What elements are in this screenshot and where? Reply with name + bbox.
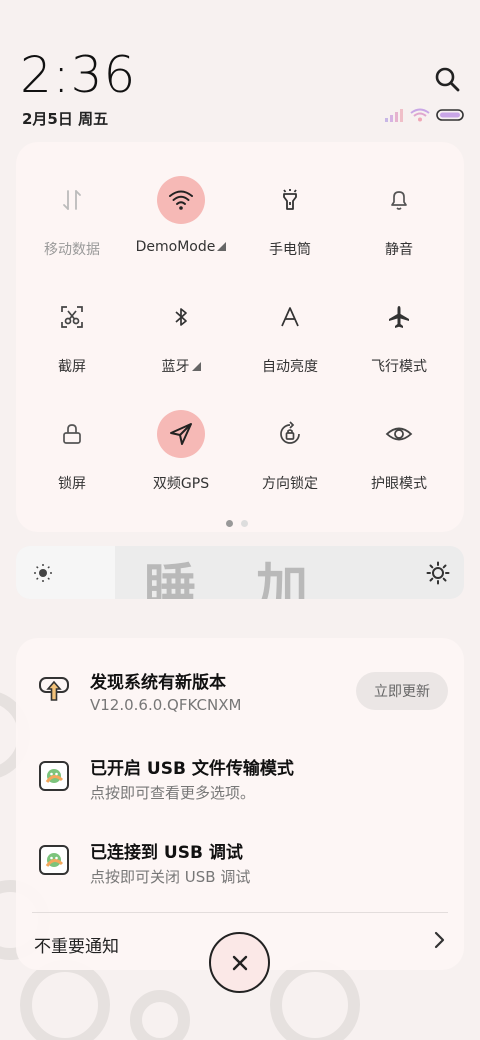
quick-setting-label: 锁屏 (16, 473, 128, 493)
quick-setting-label-text: 手电筒 (269, 242, 311, 258)
brightness-low-icon (34, 564, 52, 582)
bell-icon (375, 176, 423, 224)
close-icon (232, 955, 247, 970)
bluetooth-icon (157, 293, 205, 341)
quick-setting-label: 蓝牙 (125, 356, 237, 376)
update-icon (39, 677, 69, 701)
expand-arrow-icon[interactable] (191, 362, 201, 371)
divider (32, 912, 448, 913)
quick-setting-label-text: 方向锁定 (262, 476, 318, 492)
lock-icon (48, 410, 96, 458)
quick-setting-label: 移动数据 (16, 239, 128, 259)
quick-setting-label-text: 双频GPS (152, 476, 210, 492)
brightness-watermark: 睡加 (144, 558, 369, 599)
quick-setting-tile[interactable]: DemoMode (125, 176, 237, 286)
quick-setting-tile[interactable]: 移动数据 (16, 176, 128, 286)
quick-setting-tile[interactable]: 静音 (343, 176, 455, 286)
quick-setting-tile[interactable]: 锁屏 (16, 410, 128, 520)
android-system-icon (39, 845, 69, 875)
quick-setting-label: 飞行模式 (343, 356, 455, 376)
notification-panel: 发现系统有新版本 V12.0.6.0.QFKCNXM 立即更新 已开启 USB … (16, 638, 464, 970)
quick-setting-label: 自动亮度 (234, 356, 346, 376)
quick-setting-tile[interactable]: 自动亮度 (234, 293, 346, 403)
quick-setting-label: DemoMode (125, 239, 237, 255)
screenshot-icon (48, 293, 96, 341)
search-button[interactable] (432, 64, 462, 94)
notification-usb-debug[interactable]: 已连接到 USB 调试 点按即可关闭 USB 调试 (16, 808, 464, 888)
brightness-slider[interactable]: 睡加 (16, 546, 464, 599)
quick-setting-tile[interactable]: 双频GPS (125, 410, 237, 520)
brightness-high-icon (426, 561, 450, 585)
clock: 2:36 (20, 46, 137, 104)
unimportant-notifications-link[interactable]: 不重要通知 (34, 932, 119, 957)
quick-setting-label-text: 护眼模式 (371, 476, 427, 492)
quick-setting-label-text: DemoMode (135, 239, 216, 255)
notification-title: 已开启 USB 文件传输模式 (90, 759, 294, 779)
quick-setting-tile[interactable]: 截屏 (16, 293, 128, 403)
quick-setting-label: 方向锁定 (234, 473, 346, 493)
clear-all-button[interactable] (209, 932, 270, 993)
expand-arrow-icon[interactable] (217, 242, 227, 251)
status-icons (384, 108, 464, 122)
update-now-button[interactable]: 立即更新 (356, 672, 448, 710)
quick-setting-tile[interactable]: 飞行模式 (343, 293, 455, 403)
eye-icon (375, 410, 423, 458)
quick-setting-label: 护眼模式 (343, 473, 455, 493)
quick-setting-label-text: 移动数据 (44, 242, 100, 258)
notification-subtitle: V12.0.6.0.QFKCNXM (90, 696, 242, 714)
android-system-icon (39, 761, 69, 791)
wifi-status-icon (410, 108, 430, 122)
mobile-data-icon (48, 176, 96, 224)
signal-icon (385, 109, 403, 122)
quick-setting-tile[interactable]: 护眼模式 (343, 410, 455, 520)
auto-brightness-icon (266, 293, 314, 341)
airplane-icon (375, 293, 423, 341)
notification-title: 已连接到 USB 调试 (90, 843, 243, 863)
quick-setting-label-text: 飞行模式 (371, 359, 427, 375)
page-dot-active (226, 520, 233, 527)
rotation-lock-icon (266, 410, 314, 458)
wifi-icon (157, 176, 205, 224)
quick-setting-label: 双频GPS (125, 473, 237, 493)
page-indicator (226, 520, 248, 527)
battery-icon (436, 109, 464, 121)
search-icon (435, 67, 460, 92)
page-dot (241, 520, 248, 527)
notification-usb-transfer[interactable]: 已开启 USB 文件传输模式 点按即可查看更多选项。 (16, 724, 464, 804)
quick-setting-label-text: 锁屏 (58, 476, 86, 492)
date: 2月5日 周五 (22, 110, 109, 128)
quick-setting-tile[interactable]: 手电筒 (234, 176, 346, 286)
notification-title: 发现系统有新版本 (90, 673, 226, 693)
chevron-right-icon[interactable] (432, 930, 446, 950)
notification-subtitle: 点按即可查看更多选项。 (90, 784, 256, 802)
quick-setting-label: 静音 (343, 239, 455, 259)
gps-icon (157, 410, 205, 458)
quick-settings-panel: 移动数据 DemoMode 手电筒 静音截屏 蓝牙 自动亮度 飞行模式锁屏 双频GPS 方向锁定… (16, 142, 464, 532)
brightness-fill (16, 546, 115, 599)
flashlight-icon (266, 176, 314, 224)
quick-setting-label: 手电筒 (234, 239, 346, 259)
quick-setting-tile[interactable]: 蓝牙 (125, 293, 237, 403)
quick-setting-label-text: 静音 (385, 242, 413, 258)
quick-setting-label-text: 蓝牙 (161, 359, 190, 375)
quick-setting-label-text: 截屏 (58, 359, 86, 375)
quick-setting-tile[interactable]: 方向锁定 (234, 410, 346, 520)
quick-setting-label-text: 自动亮度 (262, 359, 318, 375)
notification-subtitle: 点按即可关闭 USB 调试 (90, 868, 251, 886)
quick-setting-label: 截屏 (16, 356, 128, 376)
notification-system-update[interactable]: 发现系统有新版本 V12.0.6.0.QFKCNXM 立即更新 (16, 638, 464, 718)
